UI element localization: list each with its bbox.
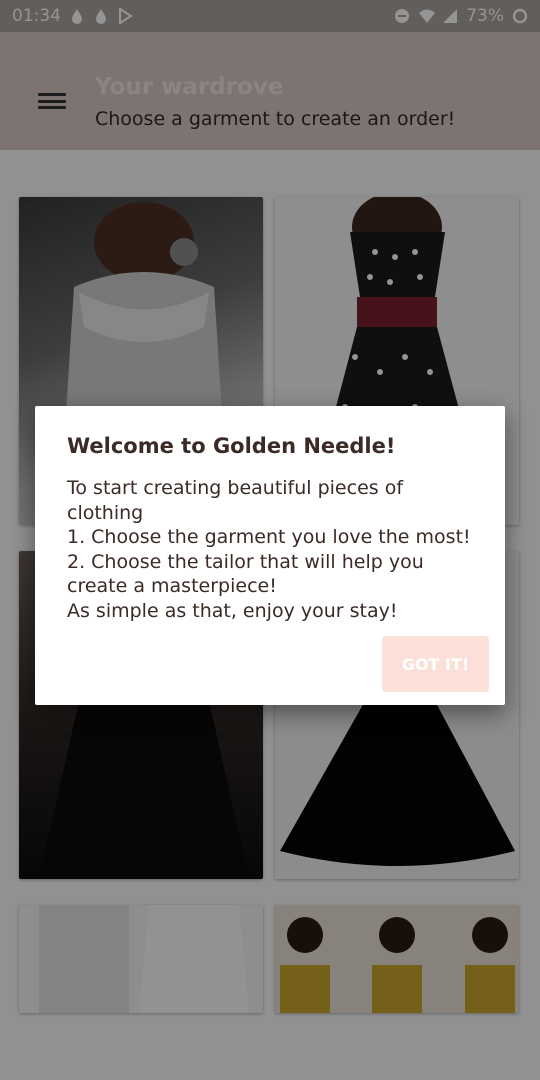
dialog-title: Welcome to Golden Needle! [67,434,396,458]
dialog-line: clothing [67,501,144,524]
dialog-line: create a masterpiece! [67,575,277,597]
dialog-line: 2. Choose the tailor that will help you [67,550,424,573]
dialog-line: As simple as that, enjoy your stay! [67,599,398,622]
dialog-message: To start creating beautiful pieces of cl… [67,476,477,623]
dialog-line: To start creating beautiful pieces of [67,477,404,499]
dialog-line: 1. Choose the garment you love the most! [67,526,471,548]
welcome-dialog: Welcome to Golden Needle! To start creat… [35,406,505,705]
got-it-button[interactable]: GOT IT! [382,636,489,692]
